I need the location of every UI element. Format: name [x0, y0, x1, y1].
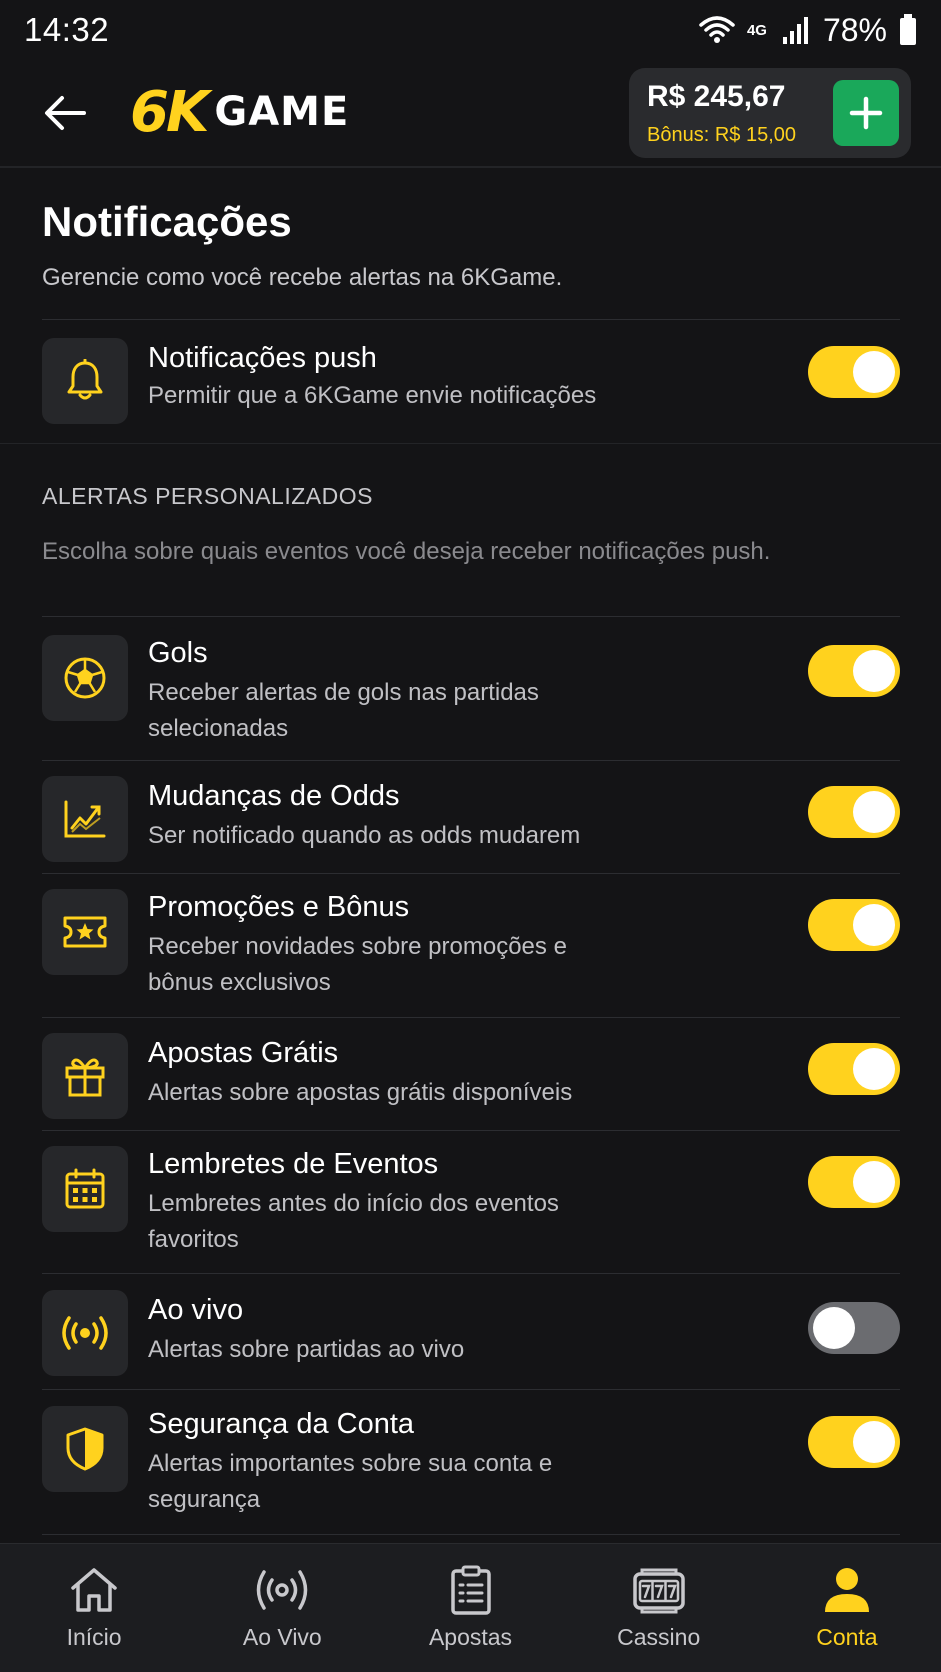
status-time: 14:32	[24, 11, 110, 48]
toggle-knob	[853, 351, 895, 393]
divider	[42, 1389, 900, 1390]
odds-toggle[interactable]	[808, 786, 900, 838]
page-title: Notificações	[42, 198, 292, 245]
plus-icon	[849, 96, 883, 130]
live-broadcast-icon	[42, 1290, 128, 1376]
alert-row-free-bets[interactable]: Apostas Grátis Alertas sobre apostas grá…	[42, 1033, 900, 1123]
gift-icon	[42, 1033, 128, 1119]
divider	[42, 1130, 900, 1131]
nav-live[interactable]: Ao Vivo	[188, 1544, 376, 1672]
alert-title: Ao vivo	[148, 1294, 244, 1326]
ticket-star-icon	[42, 889, 128, 975]
alert-row-event-reminders[interactable]: Lembretes de Eventos Lembretes antes do …	[42, 1146, 900, 1266]
divider	[42, 873, 900, 874]
clipboard-icon	[449, 1564, 493, 1616]
promotions-toggle[interactable]	[808, 899, 900, 951]
wallet-balance: R$ 245,67	[647, 80, 786, 113]
alert-row-account-security[interactable]: Segurança da Conta Alertas importantes s…	[42, 1406, 900, 1526]
alert-title: Apostas Grátis	[148, 1037, 339, 1069]
page-subtitle: Gerencie como você recebe alertas na 6KG…	[42, 264, 563, 291]
alert-row-promotions[interactable]: Promoções e Bônus Receber novidades sobr…	[42, 889, 900, 1009]
back-button[interactable]	[40, 88, 90, 138]
alert-desc: Alertas sobre partidas ao vivo	[148, 1336, 465, 1363]
divider	[42, 760, 900, 761]
live-toggle[interactable]	[808, 1302, 900, 1354]
toggle-knob	[853, 650, 895, 692]
live-icon	[254, 1564, 310, 1616]
status-bar: 14:32 4G 78%	[0, 0, 941, 60]
alert-title: Segurança da Conta	[148, 1408, 415, 1440]
user-icon	[823, 1564, 871, 1616]
divider	[0, 443, 941, 444]
account-security-toggle[interactable]	[808, 1416, 900, 1468]
alert-title: Mudanças de Odds	[148, 780, 400, 812]
toggle-knob	[853, 904, 895, 946]
bottom-nav: Início Ao Vivo Apostas Cassino Conta	[0, 1543, 941, 1672]
battery-icon	[899, 14, 917, 46]
home-icon	[69, 1564, 119, 1616]
toggle-knob	[853, 1048, 895, 1090]
alert-desc: Alertas importantes sobre sua conta e se…	[148, 1450, 553, 1513]
slot-machine-icon	[632, 1564, 686, 1616]
logo-game: GAME	[214, 89, 350, 135]
nav-bets-label: Apostas	[428, 1624, 513, 1650]
network-type: 4G	[746, 21, 767, 39]
deposit-button[interactable]	[833, 80, 899, 146]
wallet-bonus: Bônus: R$ 15,00	[647, 124, 796, 146]
nav-home[interactable]: Início	[0, 1544, 188, 1672]
status-icons: 4G 78%	[699, 12, 917, 48]
push-title: Notificações push	[148, 342, 377, 374]
nav-casino-label: Cassino	[617, 1624, 701, 1650]
free-bets-toggle[interactable]	[808, 1043, 900, 1095]
divider	[42, 1273, 900, 1274]
alert-desc: Receber alertas de gols nas partidas sel…	[148, 679, 539, 742]
app-header: 6K GAME R$ 245,67 Bônus: R$ 15,00	[0, 60, 941, 168]
push-desc: Permitir que a 6KGame envie notificações	[148, 382, 597, 409]
alert-desc: Ser notificado quando as odds mudarem	[148, 822, 581, 849]
goals-toggle[interactable]	[808, 645, 900, 697]
alert-title: Lembretes de Eventos	[148, 1148, 439, 1180]
toggle-knob	[853, 791, 895, 833]
alert-desc: Alertas sobre apostas grátis disponíveis	[148, 1079, 573, 1106]
nav-bets[interactable]: Apostas	[376, 1544, 564, 1672]
nav-home-label: Início	[66, 1624, 122, 1650]
nav-casino[interactable]: Cassino	[565, 1544, 753, 1672]
toggle-knob	[853, 1161, 895, 1203]
divider	[42, 1534, 900, 1535]
shield-icon	[42, 1406, 128, 1492]
toggle-knob	[813, 1307, 855, 1349]
signal-icon	[781, 15, 811, 45]
section-heading: ALERTAS PERSONALIZADOS	[42, 483, 373, 509]
alert-row-goals[interactable]: Gols Receber alertas de gols nas partida…	[42, 635, 900, 755]
alert-desc: Receber novidades sobre promoções e bônu…	[148, 933, 567, 996]
divider	[42, 319, 900, 320]
push-notifications-row[interactable]: Notificações push Permitir que a 6KGame …	[42, 338, 900, 428]
soccer-ball-icon	[42, 635, 128, 721]
chart-trend-icon	[42, 776, 128, 862]
alert-row-odds[interactable]: Mudanças de Odds Ser notificado quando a…	[42, 776, 900, 866]
section-desc: Escolha sobre quais eventos você deseja …	[42, 538, 771, 565]
brand-logo[interactable]: 6K GAME	[130, 79, 350, 145]
event-reminders-toggle[interactable]	[808, 1156, 900, 1208]
nav-live-label: Ao Vivo	[242, 1624, 322, 1650]
logo-6k: 6K	[130, 79, 209, 145]
wifi-icon	[699, 15, 735, 45]
battery-level: 78%	[822, 11, 887, 48]
alert-row-live[interactable]: Ao vivo Alertas sobre partidas ao vivo	[42, 1290, 900, 1380]
bell-icon	[42, 338, 128, 424]
divider	[42, 1017, 900, 1018]
push-toggle[interactable]	[808, 346, 900, 398]
alert-title: Promoções e Bônus	[148, 891, 410, 923]
alert-desc: Lembretes antes do início dos eventos fa…	[148, 1190, 559, 1253]
arrow-left-icon	[45, 96, 86, 130]
calendar-icon	[42, 1146, 128, 1232]
wallet-card[interactable]: R$ 245,67 Bônus: R$ 15,00	[629, 68, 911, 158]
toggle-knob	[853, 1421, 895, 1463]
nav-account[interactable]: Conta	[753, 1544, 941, 1672]
alert-title: Gols	[148, 637, 208, 669]
nav-account-label: Conta	[816, 1624, 878, 1650]
divider	[42, 616, 900, 617]
